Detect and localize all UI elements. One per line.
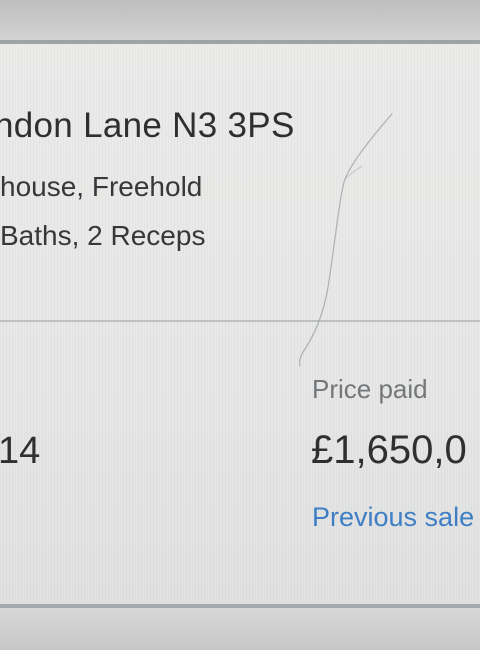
- previous-card-edge: [0, 0, 480, 40]
- property-rooms: Baths, 2 Receps: [0, 220, 206, 251]
- property-card[interactable]: ndon Lane N3 3PS house, Freehold Baths, …: [0, 44, 480, 604]
- next-card-edge: [0, 608, 480, 650]
- sale-date: 14: [0, 430, 41, 472]
- price-paid-value: £1,650,0: [311, 428, 467, 472]
- section-divider: [0, 320, 480, 322]
- price-paid-label: Price paid: [312, 374, 428, 404]
- property-address: ndon Lane N3 3PS: [0, 106, 295, 145]
- previous-sales-link[interactable]: Previous sale: [312, 502, 474, 533]
- property-type-tenure: house, Freehold: [0, 171, 203, 202]
